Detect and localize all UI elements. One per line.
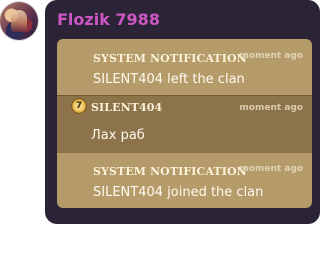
avatar-figure <box>11 10 27 32</box>
system-notification-card: SYSTEM NOTIFICATION moment ago SILENT404… <box>57 39 312 95</box>
message-header: SYSTEM NOTIFICATION <box>93 52 247 65</box>
system-notification-card: SYSTEM NOTIFICATION moment ago SILENT404… <box>57 152 312 208</box>
message-author[interactable]: SILENT404 <box>91 101 162 114</box>
level-number: 7 <box>75 101 83 111</box>
message-header: SYSTEM NOTIFICATION <box>93 165 247 178</box>
star-badge-icon: 7 <box>71 98 87 114</box>
message-timestamp: moment ago <box>239 164 303 174</box>
user-avatar[interactable] <box>0 2 38 40</box>
message-timestamp: moment ago <box>239 51 303 61</box>
divider <box>57 152 312 153</box>
sender-name[interactable]: Flozik 7988 <box>57 10 160 30</box>
message-text: SILENT404 left the clan <box>93 72 245 87</box>
message-text: Лах раб <box>91 128 145 143</box>
divider <box>57 95 312 96</box>
message-text: SILENT404 joined the clan <box>93 185 264 200</box>
message-bubble: Flozik 7988 SYSTEM NOTIFICATION moment a… <box>45 0 320 224</box>
message-timestamp: moment ago <box>239 103 303 113</box>
user-message-card: 7 SILENT404 moment ago Лах раб <box>57 95 312 152</box>
